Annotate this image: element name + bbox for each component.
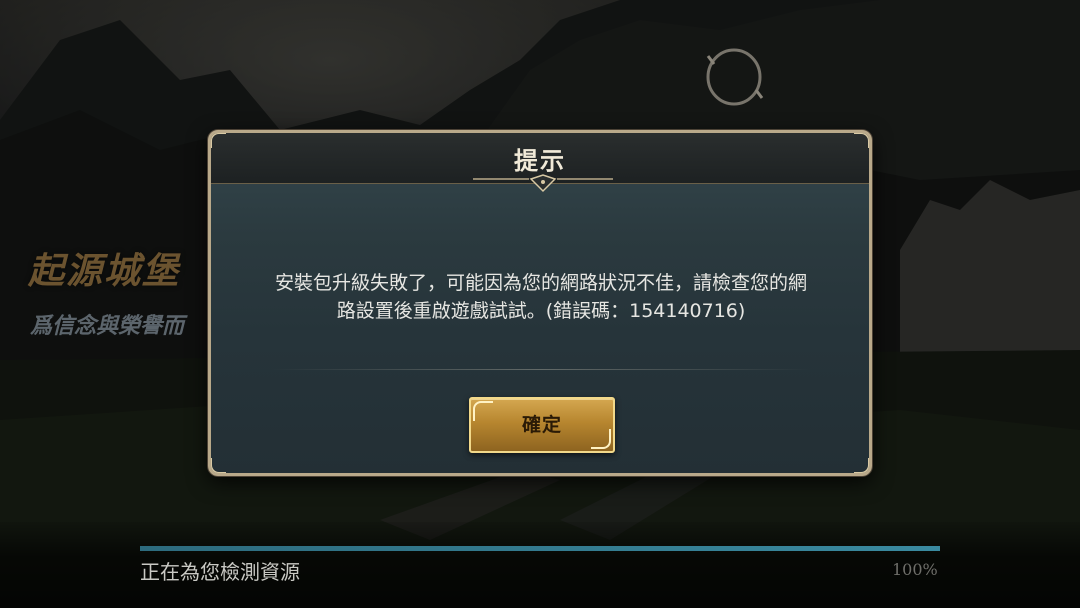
dialog-divider bbox=[271, 369, 811, 370]
progress-percent: 100% bbox=[892, 560, 938, 579]
alert-dialog: 提示 安裝包升級失敗了，可能因為您的網路狀況不佳，請檢查您的網 路設置後重啟遊戲… bbox=[208, 130, 872, 476]
promo-title: 起源城堡 bbox=[28, 251, 181, 292]
dialog-message: 安裝包升級失敗了，可能因為您的網路狀況不佳，請檢查您的網 路設置後重啟遊戲試試。… bbox=[231, 269, 851, 325]
confirm-button-label: 確定 bbox=[521, 414, 562, 436]
promo-subtitle: 爲信念與榮譽而 bbox=[30, 314, 185, 339]
confirm-button[interactable]: 確定 bbox=[469, 397, 615, 453]
dialog-corner-decoration bbox=[854, 458, 869, 473]
button-corner-decoration bbox=[473, 401, 493, 421]
dialog-corner-decoration bbox=[854, 133, 869, 148]
dialog-message-line-2: 路設置後重啟遊戲試試。(錯誤碼：154140716) bbox=[336, 300, 746, 322]
progress-bar-fill bbox=[140, 546, 940, 551]
loading-status-text: 正在為您檢測資源 bbox=[140, 560, 300, 584]
dialog-corner-decoration bbox=[211, 133, 226, 148]
dialog-corner-decoration bbox=[211, 458, 226, 473]
dialog-message-line-1: 安裝包升級失敗了，可能因為您的網路狀況不佳，請檢查您的網 bbox=[274, 272, 807, 294]
button-corner-decoration bbox=[591, 429, 611, 449]
progress-bar bbox=[140, 546, 940, 551]
game-screen: 起源城堡 爲信念與榮譽而 提示 安裝包升級失敗了，可能因為您的網路狀況不佳，請檢… bbox=[0, 0, 1080, 608]
ornament-icon bbox=[473, 174, 613, 193]
ring-emblem-icon bbox=[706, 48, 764, 106]
dialog-title: 提示 bbox=[514, 147, 566, 175]
